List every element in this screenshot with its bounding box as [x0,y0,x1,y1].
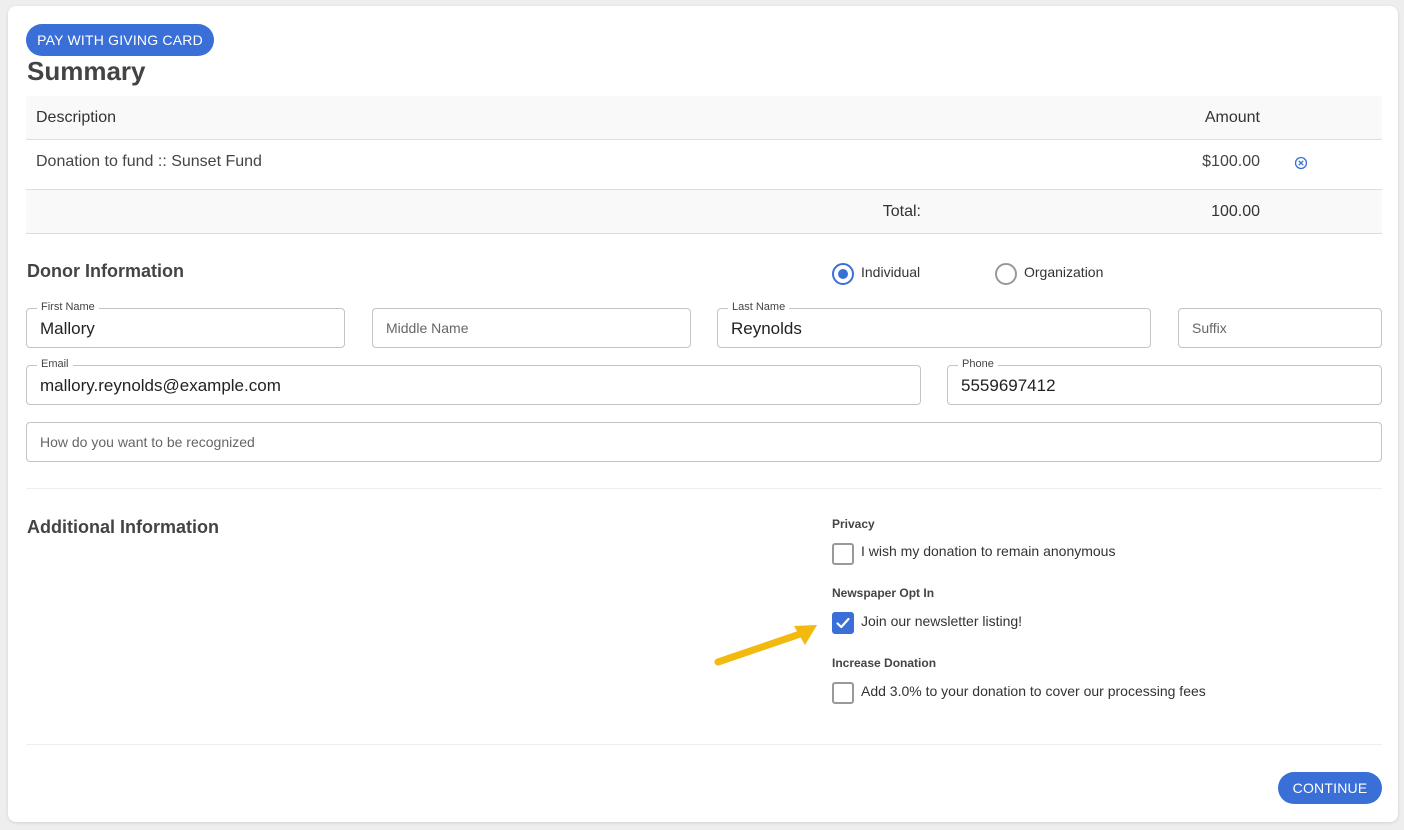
pay-with-giving-card-button[interactable]: PAY WITH GIVING CARD [26,24,214,56]
organization-radio[interactable] [995,263,1017,285]
table-row: Donation to fund :: Sunset Fund $100.00 [26,140,1382,190]
amount-header: Amount [1204,109,1260,126]
row-amount: $100.00 [1202,153,1260,170]
recognition-field[interactable]: How do you want to be recognized [26,422,1382,462]
additional-information-title: Additional Information [27,517,219,537]
section-divider [26,744,1382,745]
first-name-label: First Name [37,301,99,313]
total-label: Total: [882,203,921,220]
last-name-value: Reynolds [731,319,802,338]
email-value: mallory.reynolds@example.com [40,376,281,395]
newsletter-checkbox[interactable] [832,612,854,634]
email-label: Email [37,358,73,370]
individual-radio[interactable] [832,263,854,285]
first-name-value: Mallory [40,319,95,338]
summary-title: Summary [27,56,146,86]
annotation-arrow-icon [714,625,817,666]
phone-field[interactable]: Phone 5559697412 [947,358,1382,405]
recognition-placeholder: How do you want to be recognized [40,434,255,450]
individual-radio-label: Individual [861,264,921,280]
donor-information-title: Donor Information [27,261,184,281]
total-value: 100.00 [1211,203,1260,220]
description-header: Description [36,109,117,126]
middle-name-field[interactable]: Middle Name [372,308,691,348]
suffix-field[interactable]: Suffix [1178,308,1382,348]
suffix-placeholder: Suffix [1192,320,1227,336]
increase-donation-label: Increase Donation [832,656,937,670]
anonymous-checkbox[interactable] [832,543,854,565]
continue-button[interactable]: CONTINUE [1278,772,1382,804]
anonymous-checkbox-label: I wish my donation to remain anonymous [861,543,1116,559]
organization-radio-label: Organization [1024,264,1104,280]
last-name-label: Last Name [728,301,790,313]
email-field[interactable]: Email mallory.reynolds@example.com [26,358,921,405]
last-name-field[interactable]: Last Name Reynolds [717,301,1151,348]
summary-table-header: Description Amount [26,96,1382,140]
section-divider [26,488,1382,489]
processing-fee-checkbox[interactable] [832,682,854,704]
row-description: Donation to fund :: Sunset Fund [36,153,262,170]
newspaper-opt-in-label: Newspaper Opt In [832,586,935,600]
middle-name-placeholder: Middle Name [386,320,469,336]
phone-label: Phone [958,358,998,370]
processing-fee-checkbox-label: Add 3.0% to your donation to cover our p… [861,683,1206,699]
summary-total-row: Total: 100.00 [26,190,1382,234]
first-name-field[interactable]: First Name Mallory [26,301,345,348]
phone-value: 5559697412 [961,376,1056,395]
close-circle-icon[interactable] [1294,156,1308,170]
privacy-label: Privacy [832,517,875,531]
check-icon [836,617,850,629]
newsletter-checkbox-label: Join our newsletter listing! [861,613,1023,629]
